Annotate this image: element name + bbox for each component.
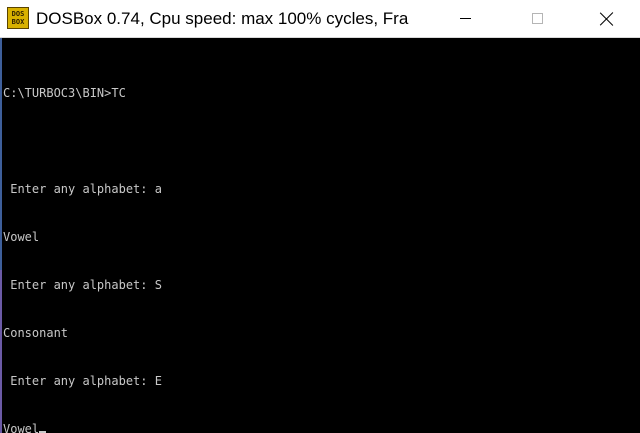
window-title: DOSBox 0.74, Cpu speed: max 100% cycles,… bbox=[36, 9, 409, 28]
dosbox-window: DOS BOX DOSBox 0.74, Cpu speed: max 100%… bbox=[0, 0, 640, 433]
maximize-icon bbox=[531, 13, 543, 24]
console-line-output: Consonant bbox=[3, 326, 69, 340]
dosbox-icon[interactable]: DOS BOX bbox=[7, 7, 29, 29]
console-line-input: Enter any alphabet: E bbox=[3, 374, 162, 388]
minimize-icon bbox=[459, 18, 471, 19]
console-line-output: Vowel bbox=[3, 230, 40, 244]
window-left-border bbox=[0, 38, 2, 433]
dos-console[interactable]: C:\TURBOC3\BIN>TC Enter any alphabet: a … bbox=[3, 53, 633, 433]
console-line-output-last: Vowel bbox=[3, 421, 633, 433]
minimize-button[interactable] bbox=[442, 0, 488, 37]
icon-text-top: DOS bbox=[11, 10, 25, 18]
console-line-blank bbox=[3, 133, 633, 149]
console-line-input: Enter any alphabet: S bbox=[3, 278, 162, 292]
maximize-button[interactable] bbox=[514, 0, 560, 37]
console-line-output-text: Vowel bbox=[3, 422, 40, 433]
console-line-prompt: C:\TURBOC3\BIN>TC bbox=[3, 86, 126, 100]
close-button[interactable] bbox=[584, 0, 630, 37]
title-bar[interactable]: DOS BOX DOSBox 0.74, Cpu speed: max 100%… bbox=[0, 0, 640, 38]
console-line-input: Enter any alphabet: a bbox=[3, 182, 162, 196]
icon-text-bottom: BOX bbox=[11, 18, 25, 26]
window-left-border-lower bbox=[0, 270, 2, 433]
close-icon bbox=[600, 12, 614, 26]
